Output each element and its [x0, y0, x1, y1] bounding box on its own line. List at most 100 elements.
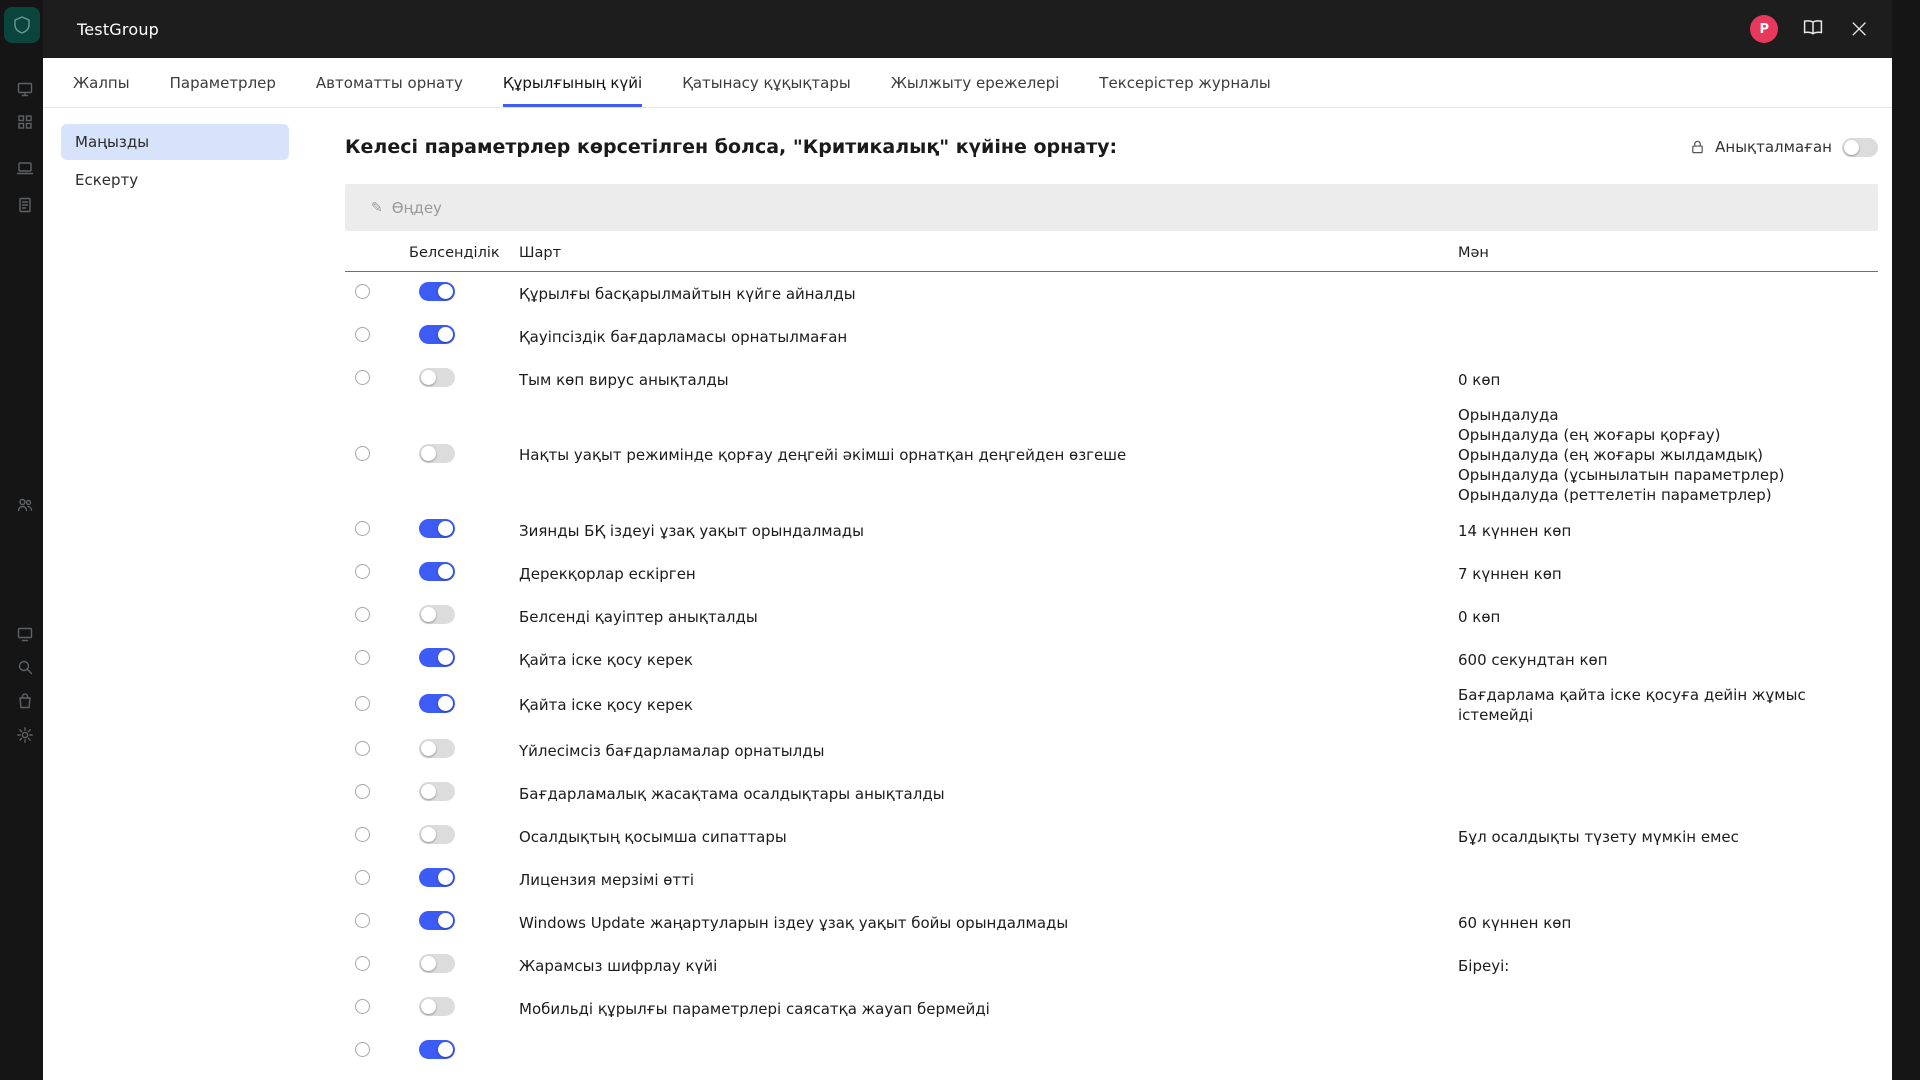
- row-select-radio[interactable]: [355, 956, 370, 971]
- row-activity-toggle[interactable]: [419, 868, 455, 887]
- row-activity-toggle[interactable]: [419, 648, 455, 667]
- tab-5[interactable]: Жылжыту ережелері: [891, 58, 1060, 107]
- condition-text: Осалдықтың қосымша сипаттары: [509, 828, 1458, 846]
- console-icon: [16, 625, 34, 643]
- table-row: Құрылғы басқарылмайтын күйге айналды: [345, 272, 1878, 315]
- conditions-table-body: Құрылғы басқарылмайтын күйге айналдыҚауі…: [345, 272, 1878, 1073]
- row-select-radio[interactable]: [355, 564, 370, 579]
- edit-button-label: Өңдеу: [392, 199, 442, 217]
- condition-text: Тым көп вирус анықталды: [509, 371, 1458, 389]
- condition-text: Қайта іске қосу керек: [509, 651, 1458, 669]
- row-select-radio[interactable]: [355, 284, 370, 299]
- row-select-radio[interactable]: [355, 741, 370, 756]
- value-text: 60 күннен көп: [1458, 913, 1878, 933]
- value-text: 0 көп: [1458, 370, 1878, 390]
- row-select-radio[interactable]: [355, 650, 370, 665]
- row-select-radio[interactable]: [355, 870, 370, 885]
- row-activity-toggle[interactable]: [419, 911, 455, 930]
- row-activity-toggle[interactable]: [419, 444, 455, 463]
- table-row: Тым көп вирус анықталды0 көп: [345, 358, 1878, 401]
- row-activity-toggle[interactable]: [419, 368, 455, 387]
- sidebar-item-0[interactable]: Маңызды: [61, 124, 289, 160]
- value-text: ОрындалудаОрындалуда (ең жоғары қорғау)О…: [1458, 405, 1878, 505]
- row-activity-toggle[interactable]: [419, 954, 455, 973]
- marketplace-icon: [16, 692, 34, 710]
- group-properties-modal: TestGroup P × ЖалпыПараметрлерАвтоматты …: [43, 0, 1892, 1080]
- conditions-table: Белсенділік Шарт Мән Құрылғы басқарылмай…: [345, 245, 1878, 1080]
- row-activity-toggle[interactable]: [419, 997, 455, 1016]
- help-book-icon[interactable]: [1802, 19, 1824, 40]
- severity-sidebar: МаңыздыЕскерту: [43, 108, 299, 1080]
- row-select-radio[interactable]: [355, 696, 370, 711]
- edit-button[interactable]: ✎ Өңдеу: [371, 199, 442, 217]
- condition-text: Үйлесімсіз бағдарламалар орнатылды: [509, 742, 1458, 760]
- condition-text: Мобильді құрылғы параметрлері саясатқа ж…: [509, 1000, 1458, 1018]
- tab-2[interactable]: Автоматты орнату: [316, 58, 463, 107]
- row-activity-toggle[interactable]: [419, 519, 455, 538]
- row-activity-toggle[interactable]: [419, 605, 455, 624]
- device-status-content: Келесі параметрлер көрсетілген болса, "К…: [299, 108, 1892, 1080]
- users-icon: [16, 496, 34, 514]
- row-activity-toggle[interactable]: [419, 694, 455, 713]
- row-activity-toggle[interactable]: [419, 1040, 455, 1059]
- row-select-radio[interactable]: [355, 1042, 370, 1057]
- conditions-table-header: Белсенділік Шарт Мән: [345, 245, 1878, 272]
- row-activity-toggle[interactable]: [419, 782, 455, 801]
- table-row: Үйлесімсіз бағдарламалар орнатылды: [345, 729, 1878, 772]
- table-row: Бағдарламалық жасақтама осалдықтары анық…: [345, 772, 1878, 815]
- user-avatar[interactable]: P: [1750, 15, 1778, 43]
- row-activity-toggle[interactable]: [419, 282, 455, 301]
- row-select-radio[interactable]: [355, 327, 370, 342]
- value-text: Бұл осалдықты түзету мүмкін емес: [1458, 827, 1878, 847]
- header-value: Мән: [1458, 245, 1878, 261]
- app-left-rail: [0, 0, 43, 1080]
- value-text: 7 күннен көп: [1458, 564, 1878, 584]
- table-row: Мобильді құрылғы параметрлері саясатқа ж…: [345, 987, 1878, 1030]
- pencil-icon: ✎: [371, 200, 383, 216]
- row-select-radio[interactable]: [355, 913, 370, 928]
- tab-4[interactable]: Қатынасу құқықтары: [682, 58, 851, 107]
- avatar-letter: P: [1759, 22, 1769, 37]
- table-row: Дерекқорлар ескірген7 күннен көп: [345, 552, 1878, 595]
- settings-icon: [16, 726, 34, 744]
- condition-text: Windows Update жаңартуларын іздеу ұзақ у…: [509, 914, 1458, 932]
- condition-text: Бағдарламалық жасақтама осалдықтары анық…: [509, 785, 1458, 803]
- row-select-radio[interactable]: [355, 446, 370, 461]
- search-icon: [16, 658, 34, 676]
- table-row: Қайта іске қосу керек600 секундтан көп: [345, 638, 1878, 681]
- row-activity-toggle[interactable]: [419, 825, 455, 844]
- value-text: 600 секундтан көп: [1458, 650, 1878, 670]
- row-select-radio[interactable]: [355, 521, 370, 536]
- condition-text: Құрылғы басқарылмайтын күйге айналды: [509, 285, 1458, 303]
- reports-icon: [16, 196, 34, 214]
- row-select-radio[interactable]: [355, 827, 370, 842]
- close-icon[interactable]: ×: [1848, 16, 1870, 42]
- row-activity-toggle[interactable]: [419, 325, 455, 344]
- value-text: Бағдарлама қайта іске қосуға дейін жұмыс…: [1458, 685, 1878, 725]
- row-activity-toggle[interactable]: [419, 562, 455, 581]
- row-activity-toggle[interactable]: [419, 739, 455, 758]
- tab-0[interactable]: Жалпы: [73, 58, 130, 107]
- table-row: Белсенді қауіптер анықталды0 көп: [345, 595, 1878, 638]
- table-row: Осалдықтың қосымша сипаттарыБұл осалдықт…: [345, 815, 1878, 858]
- table-row: Лицензия мерзімі өтті: [345, 858, 1878, 901]
- tab-1[interactable]: Параметрлер: [170, 58, 276, 107]
- row-select-radio[interactable]: [355, 370, 370, 385]
- screen: TestGroup P × ЖалпыПараметрлерАвтоматты …: [0, 0, 1920, 1080]
- sidebar-item-1[interactable]: Ескерту: [61, 162, 289, 198]
- apps-grid-icon: [16, 113, 34, 131]
- row-select-radio[interactable]: [355, 999, 370, 1014]
- undefined-toggle[interactable]: [1842, 138, 1878, 157]
- lock-icon: [1690, 139, 1705, 155]
- row-select-radio[interactable]: [355, 784, 370, 799]
- tab-bar: Жалпы Параметрлер Автоматты орнату Құрылғын…: [43, 58, 1892, 108]
- tab-6[interactable]: Тексерістер журналы: [1099, 58, 1270, 107]
- table-toolbar: ✎ Өңдеу: [345, 184, 1878, 231]
- monitoring-icon: [16, 80, 34, 98]
- table-row: Зиянды БҚ іздеуі ұзақ уақыт орындалмады1…: [345, 509, 1878, 552]
- value-text: 14 күннен көп: [1458, 521, 1878, 541]
- product-logo-icon: [4, 7, 40, 43]
- header-activity: Белсенділік: [409, 245, 509, 261]
- row-select-radio[interactable]: [355, 607, 370, 622]
- tab-3[interactable]: Құрылғының күйі: [503, 58, 642, 107]
